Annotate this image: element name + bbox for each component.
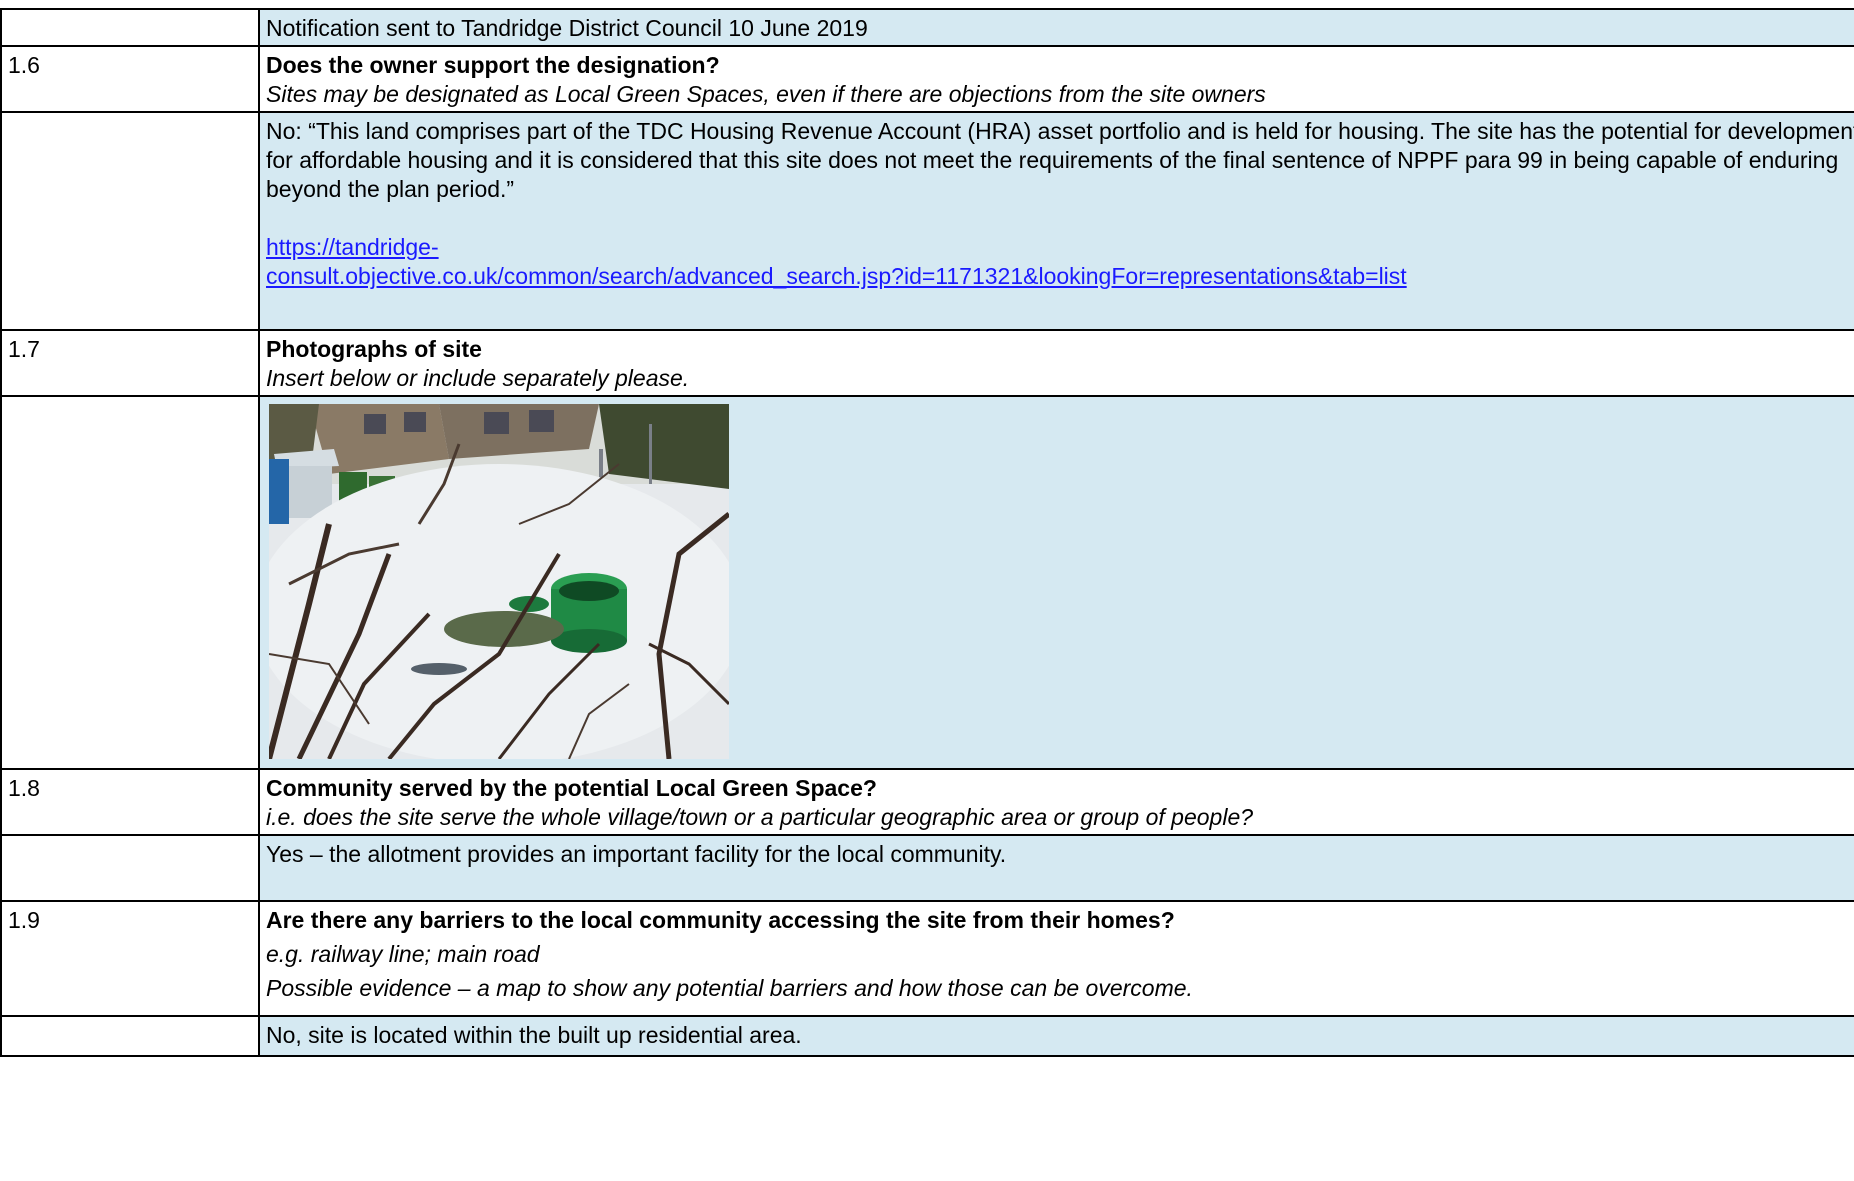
question-cell: Community served by the potential Local …	[258, 768, 1854, 836]
number-cell	[0, 834, 260, 902]
question-guidance: i.e. does the site serve the whole villa…	[266, 804, 1254, 830]
question-heading: Are there any barriers to the local comm…	[266, 907, 1175, 933]
question-heading: Community served by the potential Local …	[266, 775, 877, 801]
section-number: 1.9	[0, 900, 260, 1017]
question-heading: Photographs of site	[266, 336, 482, 362]
community-answer: Yes – the allotment provides an importan…	[266, 841, 1007, 867]
site-photograph	[269, 404, 729, 759]
answer-cell: Notification sent to Tandridge District …	[258, 8, 1854, 47]
number-cell	[0, 395, 260, 770]
row-1-7-question: 1.7 Photographs of site Insert below or …	[0, 329, 1854, 397]
question-cell: Photographs of site Insert below or incl…	[258, 329, 1854, 397]
number-cell	[0, 111, 260, 331]
row-1-6-answer: No: “This land comprises part of the TDC…	[0, 111, 1854, 331]
answer-cell: No: “This land comprises part of the TDC…	[258, 111, 1854, 331]
notification-text: Notification sent to Tandridge District …	[266, 15, 868, 41]
link-line-2[interactable]: consult.objective.co.uk/common/search/ad…	[266, 263, 1407, 289]
question-guidance-example: e.g. railway line; main road	[266, 941, 540, 967]
question-cell: Are there any barriers to the local comm…	[258, 900, 1854, 1017]
number-cell	[0, 8, 260, 47]
answer-cell: Yes – the allotment provides an importan…	[258, 834, 1854, 902]
consultation-link[interactable]: https://tandridge- consult.objective.co.…	[266, 233, 1854, 291]
row-1-7-answer	[0, 395, 1854, 770]
question-guidance-evidence: Possible evidence – a map to show any po…	[266, 975, 1193, 1001]
lgs-assessment-table: Notification sent to Tandridge District …	[0, 8, 1854, 1057]
answer-cell: No, site is located within the built up …	[258, 1015, 1854, 1057]
row-1-9-answer: No, site is located within the built up …	[0, 1015, 1854, 1057]
question-heading: Does the owner support the designation?	[266, 52, 720, 78]
link-line-1[interactable]: https://tandridge-	[266, 234, 439, 260]
row-1-8-question: 1.8 Community served by the potential Lo…	[0, 768, 1854, 836]
section-number: 1.7	[0, 329, 260, 397]
question-guidance: Sites may be designated as Local Green S…	[266, 81, 1266, 107]
number-cell	[0, 1015, 260, 1057]
question-cell: Does the owner support the designation? …	[258, 45, 1854, 113]
section-number: 1.6	[0, 45, 260, 113]
row-1-9-question: 1.9 Are there any barriers to the local …	[0, 900, 1854, 1017]
owner-response: No: “This land comprises part of the TDC…	[266, 118, 1854, 202]
section-number: 1.8	[0, 768, 260, 836]
row-1-8-answer: Yes – the allotment provides an importan…	[0, 834, 1854, 902]
answer-cell	[258, 395, 1854, 770]
row-notification: Notification sent to Tandridge District …	[0, 8, 1854, 47]
row-1-6-question: 1.6 Does the owner support the designati…	[0, 45, 1854, 113]
barriers-answer: No, site is located within the built up …	[266, 1022, 802, 1048]
question-guidance: Insert below or include separately pleas…	[266, 365, 690, 391]
